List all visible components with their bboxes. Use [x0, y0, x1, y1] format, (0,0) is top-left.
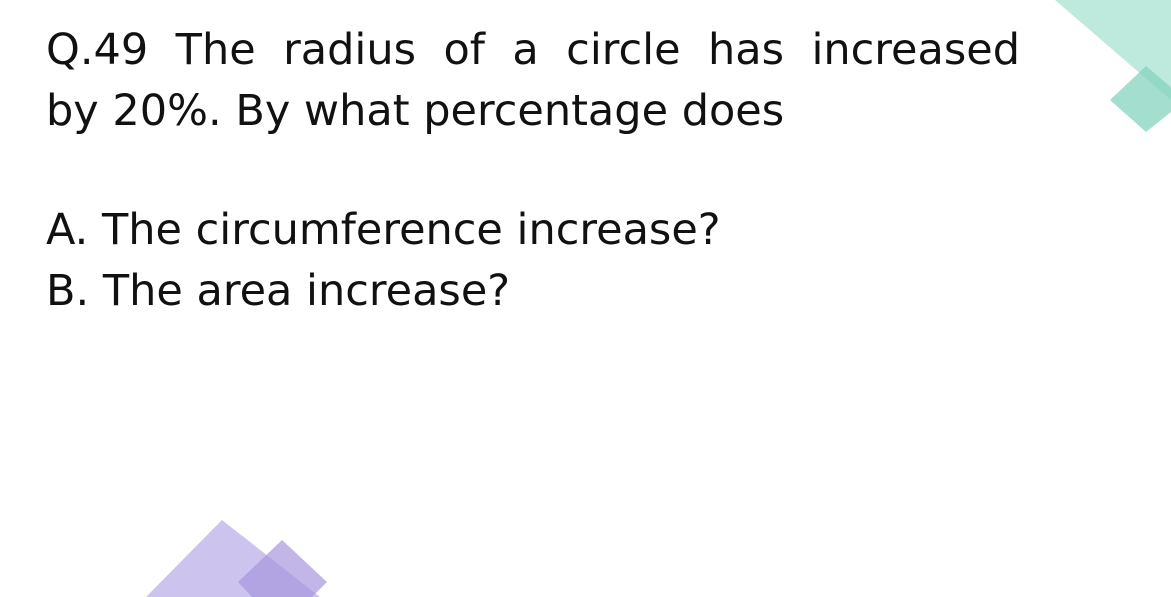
slide: Q.49 The radius of a circle has increase… [0, 0, 1171, 597]
question-block: Q.49 The radius of a circle has increase… [46, 20, 1026, 322]
option-b: B. The area increase? [46, 266, 511, 316]
question-text: Q.49 The radius of a circle has increase… [46, 20, 1026, 142]
question-line-1: Q.49 The radius of a circle has increase… [46, 25, 1020, 75]
option-a: A. The circumference increase? [46, 205, 721, 255]
question-line-2: by 20%. By what percentage does [46, 86, 785, 136]
options-list: A. The circumference increase? B. The ar… [46, 200, 1026, 322]
